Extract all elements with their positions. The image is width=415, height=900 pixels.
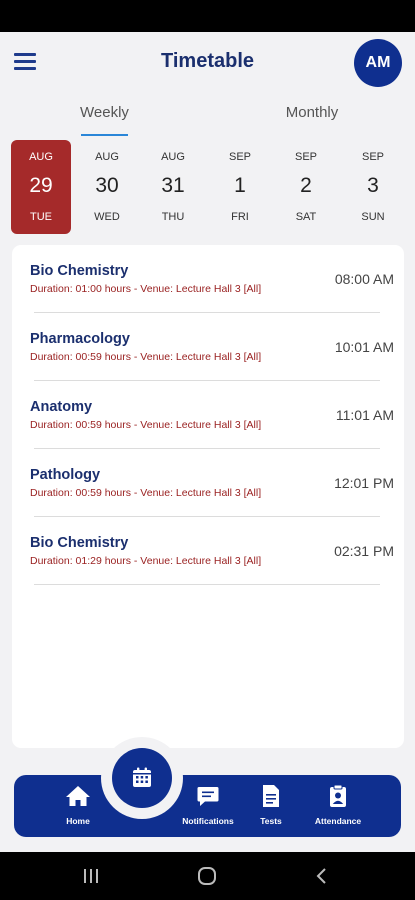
subject-name: Pathology (30, 467, 101, 483)
view-tabs: Weekly Monthly (0, 94, 415, 138)
nav-home-label: Home (66, 816, 90, 826)
subject-name: Bio Chemistry (30, 263, 129, 279)
nav-tests-label: Tests (260, 816, 282, 826)
schedule-item[interactable]: Bio Chemistry Duration: 01:00 hours - Ve… (30, 245, 394, 313)
nav-notifications[interactable]: Notifications (176, 784, 240, 830)
day-aug-31[interactable]: AUG 31 THU (143, 140, 203, 234)
tab-weekly[interactable]: Weekly (80, 104, 129, 121)
day-weekday: SUN (361, 211, 385, 223)
day-number: 31 (161, 174, 185, 197)
page-title: Timetable (161, 50, 254, 72)
day-aug-30[interactable]: AUG 30 WED (77, 140, 137, 234)
day-month: SEP (294, 151, 317, 163)
day-month: AUG (161, 151, 185, 163)
schedule-item[interactable]: Pharmacology Duration: 00:59 hours - Ven… (30, 313, 394, 381)
day-sep-3[interactable]: SEP 3 SUN (343, 140, 403, 234)
subject-name: Pharmacology (30, 331, 130, 347)
message-icon (197, 787, 219, 806)
recent-apps-icon[interactable] (82, 866, 100, 886)
app-screen: Timetable AM Weekly Monthly AUG 29 TUE A… (0, 32, 415, 852)
back-icon[interactable] (314, 866, 330, 886)
clipboard-user-icon (330, 784, 346, 807)
header: Timetable AM (0, 32, 415, 94)
day-weekday: TUE (30, 211, 52, 223)
timetable-calendar-button[interactable] (112, 748, 172, 808)
class-time: 10:01 AM (334, 339, 394, 355)
subject-name: Anatomy (30, 399, 93, 415)
nav-notifications-label: Notifications (182, 816, 234, 826)
day-month: AUG (29, 151, 53, 163)
day-weekday: FRI (231, 211, 249, 223)
status-bar (0, 0, 415, 32)
class-details: Duration: 01:00 hours - Venue: Lecture H… (30, 283, 262, 295)
system-nav-bar (0, 852, 415, 900)
nav-home[interactable]: Home (50, 784, 106, 830)
day-aug-29[interactable]: AUG 29 TUE (11, 140, 71, 234)
schedule-item[interactable]: Bio Chemistry Duration: 01:29 hours - Ve… (30, 517, 394, 585)
day-month: SEP (361, 151, 384, 163)
day-weekday: SAT (295, 211, 317, 223)
active-tab-indicator (81, 134, 128, 136)
nav-attendance-label: Attendance (314, 816, 362, 826)
class-details: Duration: 00:59 hours - Venue: Lecture H… (30, 419, 262, 431)
class-details: Duration: 00:59 hours - Venue: Lecture H… (30, 487, 262, 499)
divider (34, 584, 380, 585)
class-time: 12:01 PM (334, 475, 394, 491)
schedule-card: Bio Chemistry Duration: 01:00 hours - Ve… (12, 245, 404, 748)
class-time: 08:00 AM (334, 271, 394, 287)
day-number: 29 (29, 174, 53, 197)
day-month: SEP (228, 151, 251, 163)
day-weekday: THU (161, 211, 185, 223)
subject-name: Bio Chemistry (30, 535, 129, 551)
week-day-strip: AUG 29 TUE AUG 30 WED AUG 31 THU SEP 1 F… (0, 140, 415, 236)
day-weekday: WED (94, 211, 120, 223)
tab-monthly[interactable]: Monthly (284, 104, 340, 121)
schedule-item[interactable]: Anatomy Duration: 00:59 hours - Venue: L… (30, 381, 394, 449)
home-icon (66, 786, 90, 806)
day-number: 30 (95, 174, 119, 197)
day-month: AUG (95, 151, 119, 163)
class-details: Duration: 00:59 hours - Venue: Lecture H… (30, 351, 262, 363)
class-time: 02:31 PM (334, 543, 394, 559)
day-sep-1[interactable]: SEP 1 FRI (210, 140, 270, 234)
document-icon (263, 785, 279, 807)
calendar-icon (133, 767, 151, 787)
class-details: Duration: 01:29 hours - Venue: Lecture H… (30, 555, 262, 567)
day-sep-2[interactable]: SEP 2 SAT (276, 140, 336, 234)
home-circle-icon[interactable] (196, 866, 218, 886)
nav-attendance[interactable]: Attendance (308, 784, 368, 830)
day-number: 1 (234, 174, 246, 197)
avatar[interactable]: AM (354, 39, 402, 87)
nav-tests[interactable]: Tests (248, 784, 294, 830)
schedule-item[interactable]: Pathology Duration: 00:59 hours - Venue:… (30, 449, 394, 517)
day-number: 3 (367, 174, 379, 197)
day-number: 2 (300, 174, 312, 197)
class-time: 11:01 AM (335, 407, 394, 423)
